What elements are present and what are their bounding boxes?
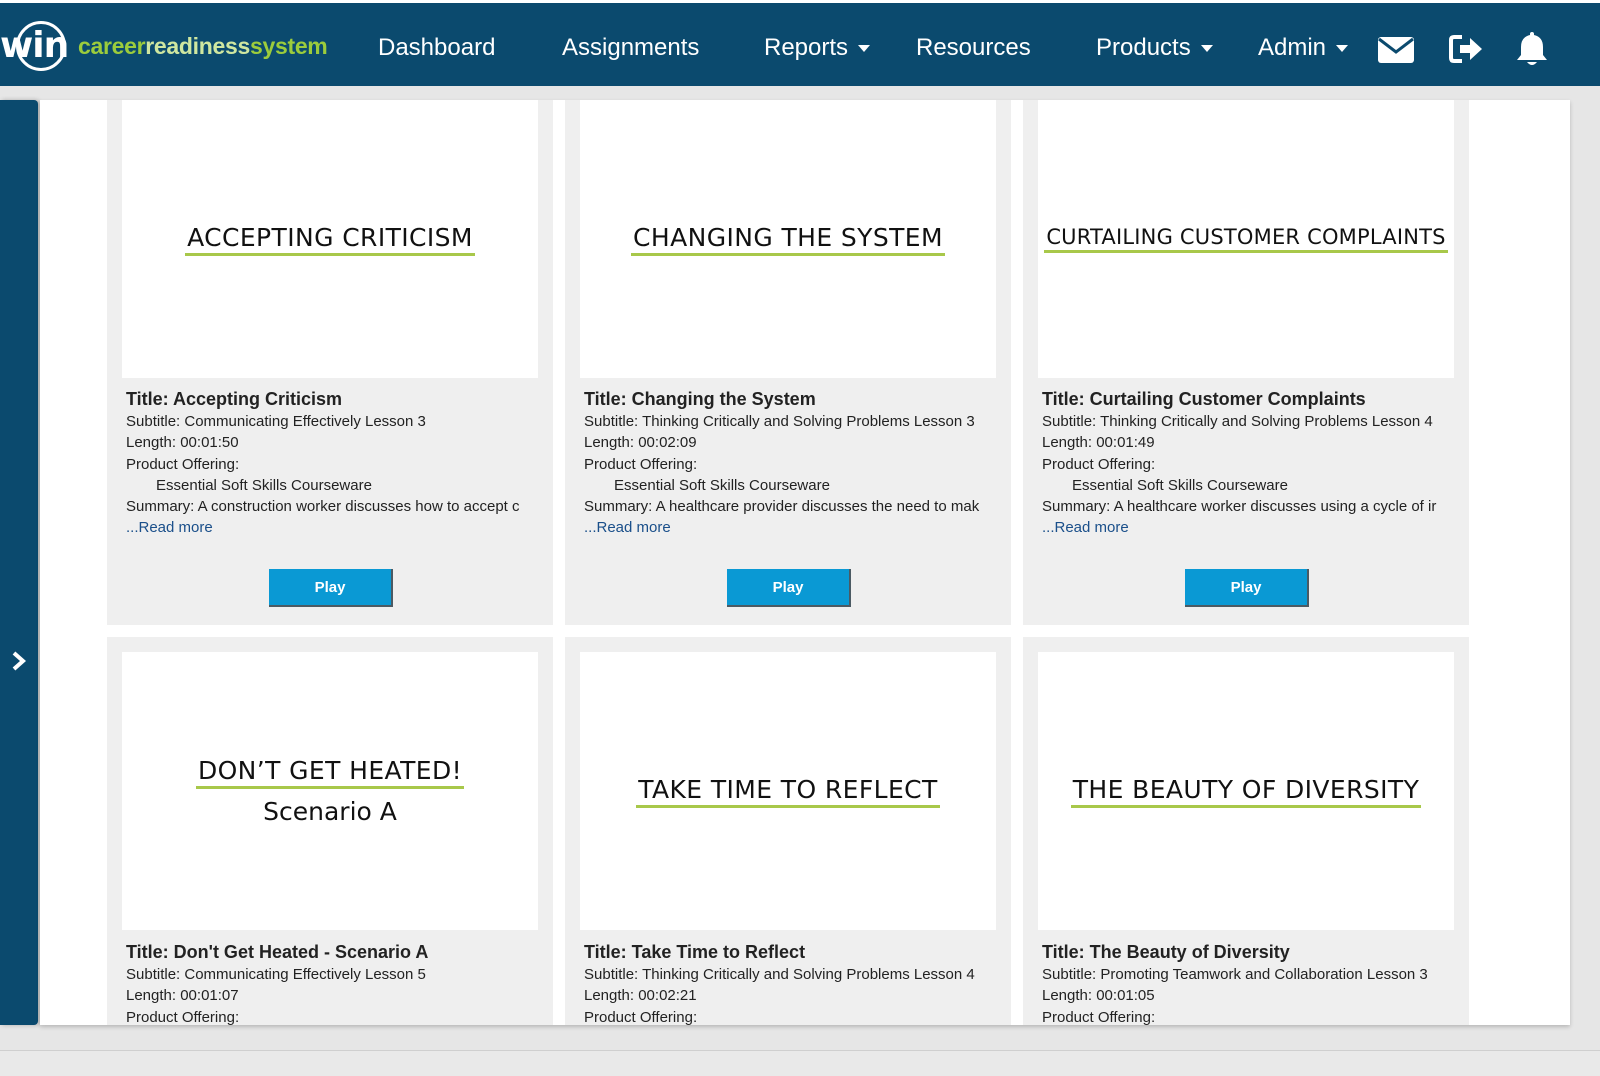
product-offering-label: Product Offering: bbox=[1042, 1008, 1156, 1025]
video-info: Title: Take Time to Reflect Subtitle: Th… bbox=[584, 940, 994, 1025]
video-subtitle: Subtitle: Thinking Critically and Solvin… bbox=[584, 966, 975, 983]
page-bottom-strip bbox=[0, 1050, 1600, 1076]
product-offering-label: Product Offering: bbox=[1042, 455, 1156, 473]
thumbnail-title: TAKE TIME TO REFLECT bbox=[636, 775, 940, 808]
bell-icon[interactable] bbox=[1512, 29, 1552, 69]
nav-admin-label: Admin bbox=[1258, 34, 1327, 61]
video-subtitle: Subtitle: Communicating Effectively Less… bbox=[126, 966, 426, 983]
video-card: THE BEAUTY OF DIVERSITY Title: The Beaut… bbox=[1023, 637, 1469, 1025]
logo-mark-text: win bbox=[0, 25, 69, 66]
nav-products-label: Products bbox=[1096, 34, 1191, 61]
video-card: TAKE TIME TO REFLECT Title: Take Time to… bbox=[565, 637, 1011, 1025]
video-title: Title: Accepting Criticism bbox=[126, 389, 343, 409]
caret-down-icon bbox=[858, 45, 871, 53]
video-info: Title: Curtailing Customer Complaints Su… bbox=[1042, 387, 1452, 539]
nav-reports[interactable]: Reports bbox=[764, 3, 871, 89]
product-offering-value: Essential Soft Skills Courseware bbox=[614, 476, 830, 494]
nav-products[interactable]: Products bbox=[1096, 3, 1213, 89]
nav-dashboard[interactable]: Dashboard bbox=[378, 3, 495, 89]
thumbnail-title: THE BEAUTY OF DIVERSITY bbox=[1070, 775, 1422, 808]
video-length: Length: 00:01:07 bbox=[126, 987, 239, 1005]
envelope-icon[interactable] bbox=[1376, 29, 1416, 69]
nav-reports-label: Reports bbox=[764, 34, 849, 61]
thumbnail-title: CURTAILING CUSTOMER COMPLAINTS bbox=[1044, 225, 1448, 253]
video-title: Title: The Beauty of Diversity bbox=[1042, 942, 1290, 962]
caret-down-icon bbox=[1200, 45, 1213, 53]
video-subtitle: Subtitle: Thinking Critically and Solvin… bbox=[584, 413, 975, 430]
brand-name: careerreadinesssystem bbox=[78, 32, 328, 60]
video-summary: Summary: A construction worker discusses… bbox=[126, 498, 520, 516]
read-more-link[interactable]: ...Read more bbox=[126, 517, 536, 538]
video-title: Title: Take Time to Reflect bbox=[584, 942, 806, 962]
caret-down-icon bbox=[1336, 45, 1349, 53]
play-button[interactable]: Play bbox=[1185, 569, 1309, 607]
video-length: Length: 00:02:09 bbox=[584, 434, 697, 452]
video-card: ACCEPTING CRITICISM Title: Accepting Cri… bbox=[107, 100, 553, 625]
video-info: Title: Don't Get Heated - Scenario A Sub… bbox=[126, 940, 536, 1025]
thumbnail-subtitle: Scenario A bbox=[263, 797, 397, 826]
brand-name-part1: career bbox=[78, 32, 146, 59]
video-info: Title: The Beauty of Diversity Subtitle:… bbox=[1042, 940, 1452, 1025]
video-thumbnail[interactable]: THE BEAUTY OF DIVERSITY bbox=[1038, 652, 1454, 930]
video-thumbnail[interactable]: DON’T GET HEATED! Scenario A bbox=[122, 652, 538, 930]
read-more-link[interactable]: ...Read more bbox=[584, 517, 994, 538]
chevron-right-icon bbox=[12, 651, 27, 671]
top-navbar: win careerreadinesssystem Dashboard Assi… bbox=[0, 0, 1600, 86]
video-thumbnail[interactable]: ACCEPTING CRITICISM bbox=[122, 100, 538, 378]
thumbnail-title: DON’T GET HEATED! bbox=[195, 756, 465, 789]
video-length: Length: 00:01:49 bbox=[1042, 434, 1155, 452]
product-offering-value: Essential Soft Skills Courseware bbox=[156, 476, 372, 494]
brand-name-part3: system bbox=[249, 32, 328, 59]
video-subtitle: Subtitle: Thinking Critically and Solvin… bbox=[1042, 413, 1433, 430]
nav-assignments[interactable]: Assignments bbox=[562, 3, 699, 89]
video-summary: Summary: A healthcare provider discusses… bbox=[584, 498, 980, 516]
sign-out-icon[interactable] bbox=[1446, 29, 1486, 69]
read-more-link[interactable]: ...Read more bbox=[1042, 517, 1452, 538]
video-length: Length: 00:02:21 bbox=[584, 987, 697, 1005]
video-thumbnail[interactable]: CURTAILING CUSTOMER COMPLAINTS bbox=[1038, 100, 1454, 378]
product-offering-value: Essential Soft Skills Courseware bbox=[1072, 476, 1288, 494]
thumbnail-title: CHANGING THE SYSTEM bbox=[631, 223, 945, 256]
video-card: CHANGING THE SYSTEM Title: Changing the … bbox=[565, 100, 1011, 625]
video-title: Title: Changing the System bbox=[584, 389, 816, 409]
nav-admin[interactable]: Admin bbox=[1258, 3, 1349, 89]
video-title: Title: Curtailing Customer Complaints bbox=[1042, 389, 1366, 409]
video-card: CURTAILING CUSTOMER COMPLAINTS Title: Cu… bbox=[1023, 100, 1469, 625]
thumbnail-title: ACCEPTING CRITICISM bbox=[185, 223, 475, 256]
video-subtitle: Subtitle: Promoting Teamwork and Collabo… bbox=[1042, 966, 1428, 983]
video-card: DON’T GET HEATED! Scenario A Title: Don'… bbox=[107, 637, 553, 1025]
product-offering-label: Product Offering: bbox=[584, 455, 698, 473]
play-button[interactable]: Play bbox=[727, 569, 851, 607]
video-info: Title: Changing the System Subtitle: Thi… bbox=[584, 387, 994, 539]
video-length: Length: 00:01:50 bbox=[126, 434, 239, 452]
video-summary: Summary: A healthcare worker discusses u… bbox=[1042, 498, 1437, 516]
nav-resources[interactable]: Resources bbox=[916, 3, 1031, 89]
product-offering-label: Product Offering: bbox=[126, 455, 240, 473]
video-title: Title: Don't Get Heated - Scenario A bbox=[126, 942, 429, 962]
brand-name-part2: readiness bbox=[145, 32, 250, 59]
video-thumbnail[interactable]: CHANGING THE SYSTEM bbox=[580, 100, 996, 378]
brand-logo[interactable]: win careerreadinesssystem bbox=[0, 17, 328, 75]
product-offering-label: Product Offering: bbox=[584, 1008, 698, 1025]
video-length: Length: 00:01:05 bbox=[1042, 987, 1155, 1005]
video-thumbnail[interactable]: TAKE TIME TO REFLECT bbox=[580, 652, 996, 930]
video-info: Title: Accepting Criticism Subtitle: Com… bbox=[126, 387, 536, 539]
win-logo-mark: win bbox=[0, 17, 69, 75]
sidebar-toggle[interactable] bbox=[0, 100, 38, 1025]
video-subtitle: Subtitle: Communicating Effectively Less… bbox=[126, 413, 426, 430]
video-grid-panel: ACCEPTING CRITICISM Title: Accepting Cri… bbox=[40, 100, 1570, 1025]
play-button[interactable]: Play bbox=[269, 569, 393, 607]
product-offering-label: Product Offering: bbox=[126, 1008, 240, 1025]
